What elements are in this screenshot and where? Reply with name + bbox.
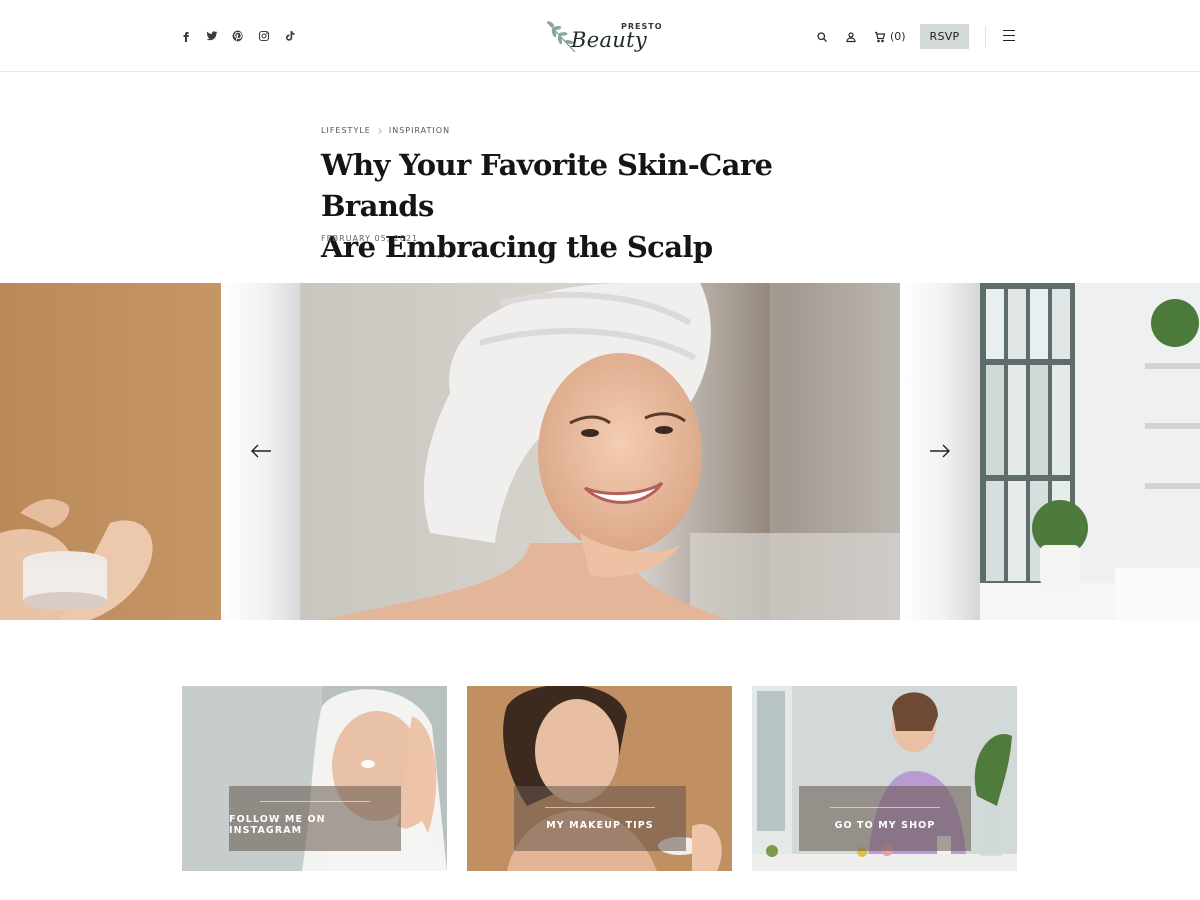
card-shop[interactable]: GO TO MY SHOP: [752, 686, 1017, 871]
overlay-divider: [830, 806, 940, 808]
slider-image-next[interactable]: [980, 283, 1200, 620]
menu-icon[interactable]: [1003, 30, 1015, 41]
instagram-card-overlay[interactable]: FOLLOW ME ON INSTAGRAM: [229, 786, 401, 851]
tiktok-icon[interactable]: [283, 29, 296, 42]
makeup-card-overlay[interactable]: MY MAKEUP TIPS: [514, 786, 686, 851]
slider-prev-arrow-icon[interactable]: [250, 443, 272, 459]
article-date: FEBRUARY 05, 2021: [321, 234, 419, 243]
search-icon[interactable]: [815, 30, 829, 44]
logo-wordmark: Beauty: [571, 28, 648, 52]
card-label: MY MAKEUP TIPS: [546, 819, 654, 831]
window-interior-photo: [980, 283, 1200, 620]
cart-count[interactable]: (0): [890, 30, 906, 43]
instagram-icon[interactable]: [257, 29, 270, 42]
slider-next-arrow-icon[interactable]: [929, 443, 951, 459]
rsvp-button[interactable]: RSVP: [920, 24, 969, 49]
facebook-icon[interactable]: [179, 29, 192, 42]
article-title: Why Your Favorite Skin-Care Brands Are E…: [321, 145, 841, 268]
twitter-icon[interactable]: [205, 29, 218, 42]
card-instagram[interactable]: FOLLOW ME ON INSTAGRAM: [182, 686, 447, 871]
site-header: PRESTO Beauty (0) RSVP: [0, 0, 1200, 72]
card-makeup-tips[interactable]: MY MAKEUP TIPS: [467, 686, 732, 871]
user-icon[interactable]: [844, 30, 858, 44]
cream-jar-photo: [0, 283, 221, 620]
chevron-right-icon: [376, 127, 382, 134]
card-label: GO TO MY SHOP: [834, 819, 936, 831]
slider-image-previous[interactable]: [0, 283, 221, 620]
woman-towel-photo: [300, 283, 900, 620]
overlay-divider: [545, 806, 655, 808]
slider-image-current[interactable]: [300, 283, 900, 620]
site-logo[interactable]: PRESTO Beauty: [545, 18, 662, 56]
cart-icon[interactable]: [873, 30, 887, 44]
overlay-divider: [260, 801, 370, 802]
shop-card-overlay[interactable]: GO TO MY SHOP: [799, 786, 971, 851]
category-link-inspiration[interactable]: INSPIRATION: [389, 126, 450, 135]
card-label: FOLLOW ME ON INSTAGRAM: [229, 814, 326, 836]
pinterest-icon[interactable]: [231, 29, 244, 42]
social-links: [179, 29, 296, 42]
article-categories: LIFESTYLE INSPIRATION: [321, 126, 450, 135]
article-title-line-1: Why Your Favorite Skin-Care Brands: [321, 148, 773, 223]
category-link-lifestyle[interactable]: LIFESTYLE: [321, 126, 371, 135]
header-divider: [985, 26, 986, 48]
